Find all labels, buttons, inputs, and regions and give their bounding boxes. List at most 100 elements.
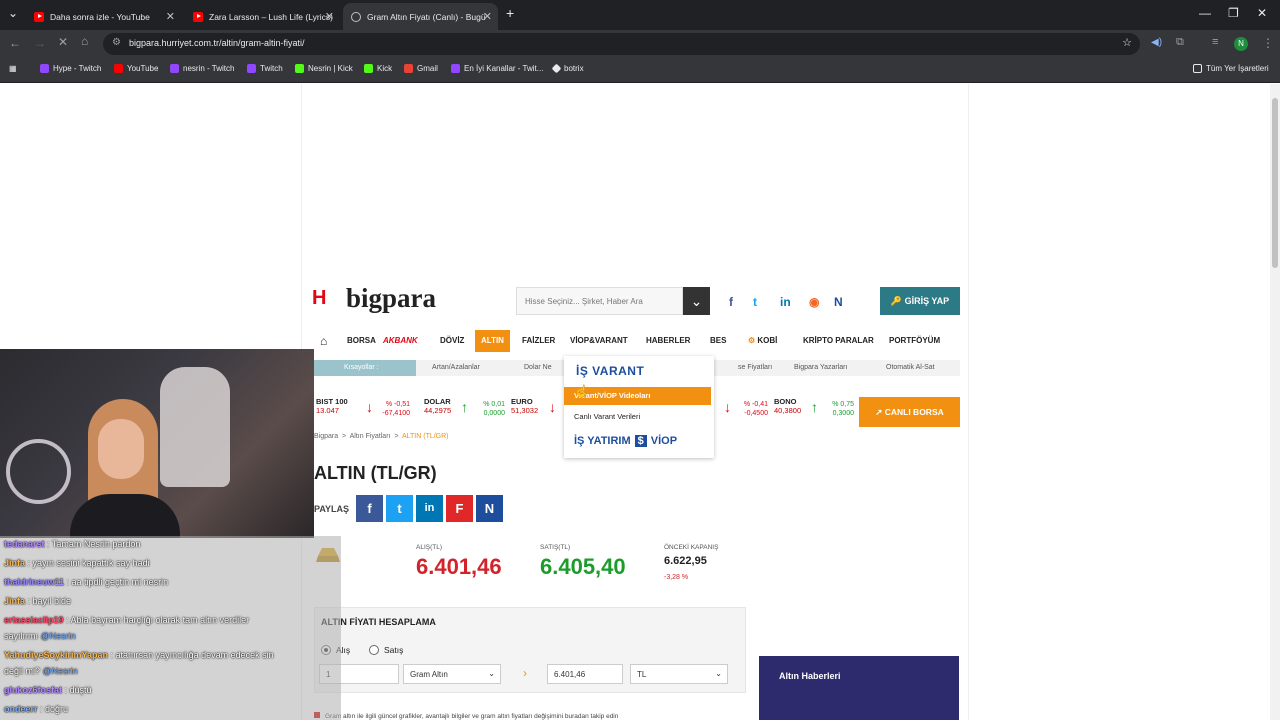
gold-type-select[interactable]: Gram Altın ⌄ <box>403 664 501 684</box>
back-icon[interactable]: ← <box>9 36 21 50</box>
ticker-bono[interactable]: BONO 40,3800 <box>774 397 801 415</box>
ticker-dolar[interactable]: DOLAR 44,2975 <box>424 397 451 415</box>
media-control-icon[interactable]: ≡ <box>1212 36 1218 48</box>
shortcut-yazarlar[interactable]: Bigpara Yazarları <box>794 360 847 376</box>
nav-doviz[interactable]: DÖVİZ <box>440 330 464 352</box>
bookmark-nesrin-kick[interactable]: Nesrin | Kick <box>295 64 353 73</box>
chat-username: Jinfa <box>4 596 26 606</box>
stop-loading-icon[interactable]: ✕ <box>58 35 68 49</box>
twitter-icon[interactable]: t <box>753 295 757 309</box>
currency-select[interactable]: TL ⌄ <box>630 664 728 684</box>
tab-youtube-watch-later[interactable]: Daha sonra izle - YouTube ✕ <box>26 3 181 30</box>
extensions-icon[interactable]: ⧉ <box>1176 36 1184 49</box>
webcam-overlay <box>0 349 314 538</box>
all-bookmarks-folder[interactable]: Tüm Yer İşaretleri <box>1193 64 1269 73</box>
shortcut-hisse-fiyatlari[interactable]: se Fiyatları <box>738 360 772 376</box>
bookmark-nesrin-twitch[interactable]: nesrin - Twitch <box>170 64 234 73</box>
close-tab-icon[interactable]: ✕ <box>325 10 334 23</box>
breadcrumb-altin-fiyatlari[interactable]: Altın Fiyatları <box>350 433 391 440</box>
facebook-icon[interactable]: f <box>729 295 733 309</box>
login-button[interactable]: 🔑 GİRİŞ YAP <box>880 287 960 315</box>
nav-kobi[interactable]: ⚙ KOBİ <box>748 330 777 352</box>
ticker-value: 13.047 <box>316 406 339 415</box>
nav-bes[interactable]: BES <box>710 330 726 352</box>
apps-grid-icon[interactable]: ▦ <box>9 64 17 73</box>
tab-search-icon[interactable]: ⌄ <box>8 6 18 20</box>
chat-username: ertassiaclip19 <box>4 615 64 625</box>
shortcut-dolar[interactable]: Dolar Ne <box>524 360 552 376</box>
search-input[interactable]: Hisse Seçiniz... Şirket, Haber Ara <box>516 287 683 315</box>
search-dropdown-button[interactable]: ⌄ <box>683 287 710 315</box>
forward-icon[interactable]: → <box>34 36 46 50</box>
dropdown-item-live-data[interactable]: Canlı Varant Verileri <box>574 412 640 421</box>
ticker-pct: % 0,75 <box>832 401 854 408</box>
nav-akbank[interactable]: AKBANK <box>383 330 418 352</box>
share-facebook-icon[interactable]: f <box>356 495 383 522</box>
ticker-bist100[interactable]: BIST 100 13.047 <box>316 397 348 415</box>
share-n-icon[interactable]: N <box>476 495 503 522</box>
restore-icon[interactable]: ❐ <box>1228 6 1239 20</box>
bookmark-kick[interactable]: Kick <box>364 64 392 73</box>
page-scrollbar[interactable] <box>1270 84 1280 720</box>
bookmark-youtube[interactable]: YouTube <box>114 64 158 73</box>
nav-haberler[interactable]: HABERLER <box>646 330 690 352</box>
site-content: H bigpara Hisse Seçiniz... Şirket, Haber… <box>301 84 969 720</box>
home-icon[interactable]: ⌂ <box>81 34 88 48</box>
nav-faizler[interactable]: FAİZLER <box>522 330 555 352</box>
bookmark-label: botrix <box>564 64 584 73</box>
home-icon[interactable]: ⌂ <box>320 330 327 352</box>
linkedin-icon[interactable]: in <box>780 295 791 309</box>
new-tab-icon[interactable]: + <box>506 5 514 21</box>
minimize-icon[interactable]: — <box>1199 6 1211 20</box>
bookmark-hype-twitch[interactable]: Hype - Twitch <box>40 64 101 73</box>
live-market-button[interactable]: ↗ CANLI BORSA <box>859 397 960 427</box>
ticker-pct: % -0,51 <box>385 401 410 408</box>
share-linkedin-icon[interactable]: in <box>416 495 443 522</box>
nav-viop-varant[interactable]: VİOP&VARANT <box>570 330 628 352</box>
folder-icon <box>1193 64 1202 73</box>
bookmark-star-icon[interactable]: ☆ <box>1122 36 1132 49</box>
nav-altin[interactable]: ALTIN <box>475 330 510 352</box>
bigpara-logo[interactable]: bigpara <box>346 283 436 314</box>
bookmark-botrix[interactable]: botrix <box>551 63 584 74</box>
breadcrumb-bigpara[interactable]: Bigpara <box>314 433 338 440</box>
close-tab-icon[interactable]: ✕ <box>483 10 492 23</box>
address-bar[interactable]: ⚙ bigpara.hurriyet.com.tr/altin/gram-alt… <box>103 33 1140 55</box>
ticker-euro[interactable]: EURO 51,3032 <box>511 397 538 415</box>
shortcut-otomatik-al-sat[interactable]: Otomatik Al-Sat <box>886 360 935 376</box>
site-info-icon[interactable]: ⚙ <box>112 37 121 48</box>
screen: ⌄ Daha sonra izle - YouTube ✕ Zara Larss… <box>0 0 1280 720</box>
nav-kripto[interactable]: KRİPTO PARALAR <box>803 330 874 352</box>
scroll-thumb[interactable] <box>1272 98 1278 268</box>
ticker-chg: -0,4500 <box>744 410 768 417</box>
bookmark-en-iyi-kanallar[interactable]: En İyi Kanallar - Twit... <box>451 64 543 73</box>
bookmarks-bar: ▦ Hype - Twitch YouTube nesrin - Twitch … <box>0 58 1280 83</box>
share-flipboard-icon[interactable]: F <box>446 495 473 522</box>
chat-message: glukoz6fosfat : düştü <box>4 685 92 695</box>
url-text[interactable]: bigpara.hurriyet.com.tr/altin/gram-altin… <box>129 38 305 48</box>
lira-icon: $ <box>634 435 647 447</box>
rss-icon[interactable]: ◉ <box>809 295 819 309</box>
tab-gram-altin[interactable]: Gram Altın Fiyatı (Canlı) - Bugü ✕ <box>343 3 498 30</box>
is-varant-logo[interactable]: İŞ VARANT <box>576 364 644 378</box>
radio-satis[interactable]: Satış <box>369 645 403 655</box>
shortcut-artan-azalanlar[interactable]: Artan/Azalanlar <box>432 360 480 376</box>
n-icon[interactable]: N <box>834 295 843 309</box>
hurriyet-logo[interactable]: H <box>312 288 328 308</box>
ticker-name: BIST 100 <box>316 397 348 406</box>
is-yatirim-viop-logo[interactable]: İŞ YATIRIM $ VİOP <box>574 435 677 447</box>
tab-zara-larsson[interactable]: Zara Larsson – Lush Life (Lyrics) ✕ <box>185 3 340 30</box>
nav-portfoyum[interactable]: PORTFÖYÜM <box>889 330 940 352</box>
ticker-change: % -0,41 -0,4500 <box>734 400 768 418</box>
share-twitter-icon[interactable]: t <box>386 495 413 522</box>
close-window-icon[interactable]: ✕ <box>1257 6 1267 20</box>
audio-playing-icon[interactable]: ◀) <box>1151 37 1162 48</box>
profile-avatar[interactable]: N <box>1234 37 1248 51</box>
bookmark-twitch[interactable]: Twitch <box>247 64 283 73</box>
nav-borsa[interactable]: BORSA <box>347 330 376 352</box>
bookmark-label: En İyi Kanallar - Twit... <box>464 64 544 73</box>
close-tab-icon[interactable]: ✕ <box>166 10 175 23</box>
chrome-menu-icon[interactable]: ⋮ <box>1262 36 1274 50</box>
bookmark-gmail[interactable]: Gmail <box>404 64 438 73</box>
gold-news-box[interactable]: Altın Haberleri <box>759 656 959 720</box>
